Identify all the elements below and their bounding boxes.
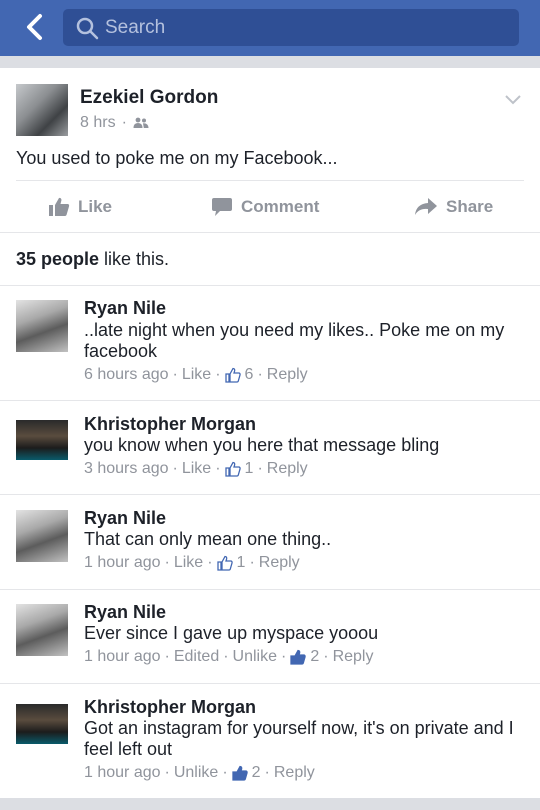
- comment-author[interactable]: Khristopher Morgan: [84, 697, 256, 718]
- comment-author[interactable]: Khristopher Morgan: [84, 414, 256, 435]
- search-input[interactable]: [105, 9, 505, 46]
- comment-reply-link[interactable]: Reply: [274, 764, 315, 782]
- share-button[interactable]: Share: [414, 192, 493, 222]
- likes-suffix: like this.: [99, 249, 170, 269]
- avatar[interactable]: [16, 604, 68, 656]
- thumbs-up-icon: [224, 367, 241, 383]
- divider: [16, 180, 524, 181]
- thumbs-up-icon: [216, 555, 233, 571]
- divider: [0, 285, 540, 286]
- comment-author[interactable]: Ryan Nile: [84, 298, 166, 319]
- back-chevron-icon: [27, 14, 42, 40]
- back-button[interactable]: [18, 10, 50, 44]
- comment-like-count[interactable]: 6: [245, 366, 254, 384]
- meta-separator: ·: [121, 114, 127, 131]
- friends-icon: [133, 117, 149, 128]
- post-meta: 8 hrs ·: [80, 114, 149, 132]
- comment-reply-link[interactable]: Reply: [267, 366, 308, 384]
- thumbs-up-icon: [290, 649, 307, 665]
- comment-text: That can only mean one thing..: [84, 529, 332, 549]
- divider: [0, 232, 540, 233]
- like-button[interactable]: Like: [48, 192, 112, 222]
- comment-text: Ever since I gave up myspace yooou: [84, 623, 379, 643]
- comment-reply-link[interactable]: Reply: [259, 554, 300, 572]
- comment-text: Got an instagram for yourself now, it's …: [84, 718, 514, 759]
- comment-meta: 1 hour ago · Edited · Unlike · 2 · Reply: [84, 648, 374, 666]
- thumbs-up-icon: [224, 461, 241, 477]
- comment-like-link[interactable]: Like: [182, 366, 211, 384]
- share-icon: [415, 198, 437, 215]
- avatar[interactable]: [16, 510, 68, 562]
- comment-like-link[interactable]: Unlike: [233, 648, 277, 666]
- avatar[interactable]: [16, 704, 68, 744]
- comment-icon: [212, 198, 232, 216]
- likes-count: 35 people: [16, 249, 100, 269]
- avatar[interactable]: [16, 300, 68, 352]
- comment-time[interactable]: 1 hour ago: [84, 554, 161, 572]
- avatar[interactable]: [16, 84, 68, 136]
- like-label: Like: [78, 197, 113, 216]
- post-text: You used to poke me on my Facebook...: [16, 148, 338, 168]
- divider: [0, 494, 540, 495]
- post-author[interactable]: Ezekiel Gordon: [80, 87, 218, 109]
- comment-like-link[interactable]: Like: [174, 554, 203, 572]
- comment-author[interactable]: Ryan Nile: [84, 602, 166, 623]
- thumbs-up-icon: [231, 765, 248, 781]
- chevron-down-icon[interactable]: [504, 94, 522, 106]
- divider: [0, 589, 540, 590]
- comment-time[interactable]: 1 hour ago: [84, 764, 161, 782]
- post-time[interactable]: 8 hrs: [80, 114, 116, 132]
- search-icon: [76, 17, 99, 40]
- share-label: Share: [446, 197, 494, 216]
- comment-reply-link[interactable]: Reply: [267, 460, 308, 478]
- comment-meta: 1 hour ago · Unlike · 2 · Reply: [84, 764, 315, 782]
- comment-meta: 6 hours ago · Like · 6 · Reply: [84, 366, 308, 384]
- avatar[interactable]: [16, 420, 68, 460]
- comment-text: ..late night when you need my likes.. Po…: [84, 320, 505, 361]
- top-nav-bar: [0, 0, 540, 56]
- comment-meta: 1 hour ago · Like · 1 · Reply: [84, 554, 300, 572]
- comment-like-count[interactable]: 2: [252, 764, 261, 782]
- comment-edited-link[interactable]: Edited: [174, 648, 219, 666]
- comment-time[interactable]: 3 hours ago: [84, 460, 169, 478]
- divider: [0, 683, 540, 684]
- divider: [0, 400, 540, 401]
- comment-like-link[interactable]: Unlike: [174, 764, 218, 782]
- comment-like-count[interactable]: 1: [237, 554, 246, 572]
- comment-reply-link[interactable]: Reply: [333, 648, 374, 666]
- comment-author[interactable]: Ryan Nile: [84, 508, 166, 529]
- post-card: Ezekiel Gordon 8 hrs · You used to poke …: [0, 68, 540, 798]
- comment-time[interactable]: 1 hour ago: [84, 648, 161, 666]
- search-box[interactable]: [63, 9, 519, 46]
- bottom-strip: [0, 798, 540, 810]
- comment-like-count[interactable]: 2: [310, 648, 319, 666]
- comment-button[interactable]: Comment: [211, 192, 319, 222]
- comment-like-count[interactable]: 1: [245, 460, 254, 478]
- comment-time[interactable]: 6 hours ago: [84, 366, 169, 384]
- like-icon: [49, 197, 70, 216]
- comment-like-link[interactable]: Like: [182, 460, 211, 478]
- comment-text: you know when you here that message blin…: [84, 435, 440, 455]
- comment-label: Comment: [241, 197, 320, 216]
- comment-meta: 3 hours ago · Like · 1 · Reply: [84, 460, 308, 478]
- likes-summary[interactable]: 35 people like this.: [16, 249, 169, 270]
